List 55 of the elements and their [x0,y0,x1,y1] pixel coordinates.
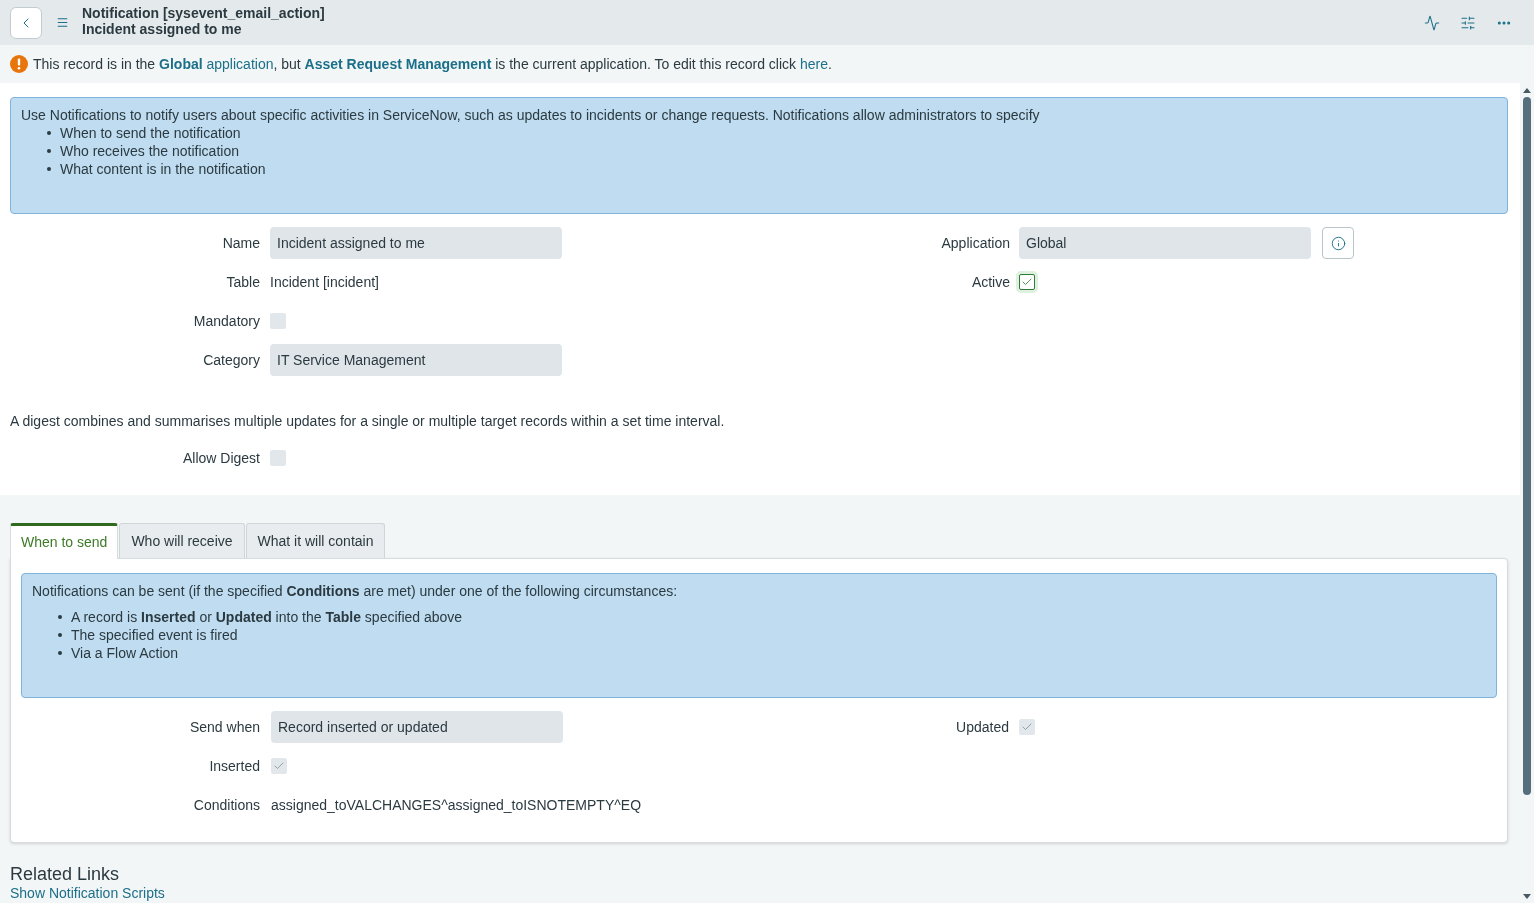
list-item-text: A record is Inserted or Updated into the Table specified above [71,608,463,626]
check-icon [273,760,285,772]
info-icon [1330,235,1346,251]
field-label: Mandatory [193,311,260,331]
info-text: Use Notifications to notify users about specific activities in ServiceNow, such as updates to incidents or change requests. Notifications allow administrators to specify [21,106,1041,124]
warning-icon [10,55,28,73]
scroll-down-icon[interactable] [1523,894,1531,899]
list-item-text: Via a Flow Action [71,644,179,662]
notice-link[interactable]: here [800,55,828,72]
text-field[interactable]: Incident assigned to me [270,227,562,259]
text-field[interactable]: IT Service Management [270,344,562,376]
bullet-icon [47,131,51,135]
bullet-icon [58,615,62,619]
field-label: Name [222,233,260,253]
menu-icon[interactable] [56,16,69,29]
text-field[interactable]: Record inserted or updated [271,711,563,743]
tab[interactable]: Who will receive [119,523,245,558]
scroll-up-icon[interactable] [1523,88,1531,93]
list-item-text: When to send the notification [60,124,241,142]
field-label: Inserted [209,756,260,776]
bullet-icon [58,633,62,637]
text-field[interactable]: Global [1019,227,1311,259]
checkbox[interactable] [1019,274,1035,290]
field-value: Incident [incident] [270,272,379,292]
field-label: Table [226,272,260,292]
field-value: assigned_toVALCHANGES^assigned_toISNOTEMPTY^EQ [271,795,642,815]
check-icon [1021,721,1033,733]
sliders-icon[interactable] [1460,14,1476,31]
field-label: Conditions [193,795,260,815]
scrollbar-thumb[interactable] [1523,97,1531,795]
bullet-icon [58,651,62,655]
bullet-icon [47,149,51,153]
field-label: Updated [956,717,1009,737]
field-label: Category [203,350,260,370]
notice-text: This record is in the Global application, but Asset Request Management is the current application. To edit this record click here. [33,54,832,74]
list-item-text: Who receives the notification [60,142,239,160]
check-icon [1021,276,1033,288]
record-title: Notification [sysevent_email_action] [82,4,325,21]
record-subtitle: Incident assigned to me [82,20,242,37]
pulse-icon[interactable] [1424,14,1440,31]
list-item-text: What content is in the notification [60,160,266,178]
info-text: Notifications can be sent (if the specified Conditions are met) under one of the following circumstances: [32,582,679,600]
related-link[interactable]: Show Notification Scripts [10,885,165,901]
section-heading: Related Links [10,863,120,885]
field-label: Send when [189,717,260,737]
digest-text: A digest combines and summarises multiple updates for a single or multiple target records within a set time interval. [10,412,726,430]
notice-link[interactable]: Asset Request Management [304,55,492,72]
tab[interactable]: What it will contain [245,523,386,558]
field-label: Application [941,233,1010,253]
list-item-text: The specified event is fired [71,626,238,644]
field-label: Active [971,272,1010,292]
bullet-icon [47,167,51,171]
tab[interactable]: When to send [10,523,119,559]
info-button[interactable] [1322,227,1354,259]
field-label: Allow Digest [182,448,260,468]
